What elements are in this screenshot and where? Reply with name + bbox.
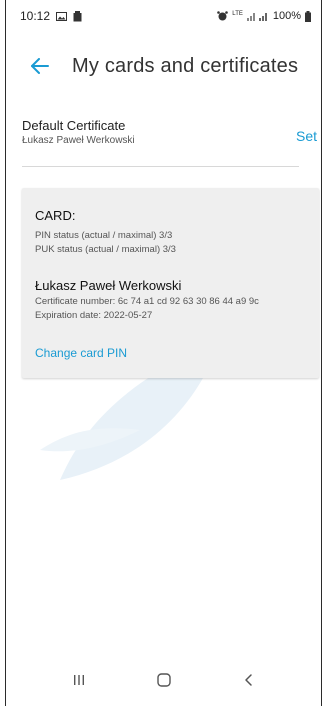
device-frame-right	[321, 0, 322, 706]
back-arrow-icon	[31, 58, 49, 74]
recents-button[interactable]	[57, 658, 101, 702]
battery-percent: 100%	[272, 10, 301, 22]
card-title: CARD:	[35, 208, 76, 223]
status-right: LTE 100%	[217, 10, 311, 22]
default-certificate-row: Default Certificate Łukasz Paweł Werkows…	[22, 118, 317, 160]
app-bar: My cards and certificates	[6, 44, 321, 88]
pin-status: PIN status (actual / maximal) 3/3	[35, 230, 173, 241]
divider	[22, 166, 299, 167]
status-bar: 10:12 LTE 100%	[6, 0, 321, 32]
status-left: 10:12	[20, 9, 82, 23]
card-panel: CARD: PIN status (actual / maximal) 3/3 …	[22, 188, 319, 378]
recents-icon	[73, 675, 84, 685]
puk-status: PUK status (actual / maximal) 3/3	[35, 244, 176, 255]
certificate-number: Certificate number: 6c 74 a1 cd 92 63 30…	[35, 296, 259, 307]
set-default-button[interactable]: Set	[296, 128, 317, 144]
nav-back-icon	[244, 674, 252, 686]
change-card-pin-button[interactable]: Change card PIN	[35, 346, 127, 360]
notification-icon	[73, 10, 82, 22]
back-button[interactable]	[20, 46, 60, 86]
device-frame-left	[5, 0, 6, 706]
home-icon	[156, 673, 171, 687]
signal-icon	[246, 11, 269, 21]
home-button[interactable]	[142, 658, 186, 702]
status-time: 10:12	[20, 9, 51, 23]
default-certificate-label: Default Certificate	[22, 118, 126, 133]
lte-label: LTE	[232, 11, 243, 17]
alarm-icon	[217, 11, 229, 21]
page-title: My cards and certificates	[72, 54, 299, 77]
gallery-icon	[56, 11, 68, 21]
navigation-bar	[6, 654, 321, 706]
nav-back-button[interactable]	[227, 658, 271, 702]
certificate-holder: Łukasz Paweł Werkowski	[35, 278, 182, 293]
expiration-date: Expiration date: 2022-05-27	[35, 310, 153, 321]
battery-icon	[305, 10, 311, 22]
default-certificate-name: Łukasz Paweł Werkowski	[22, 135, 135, 146]
